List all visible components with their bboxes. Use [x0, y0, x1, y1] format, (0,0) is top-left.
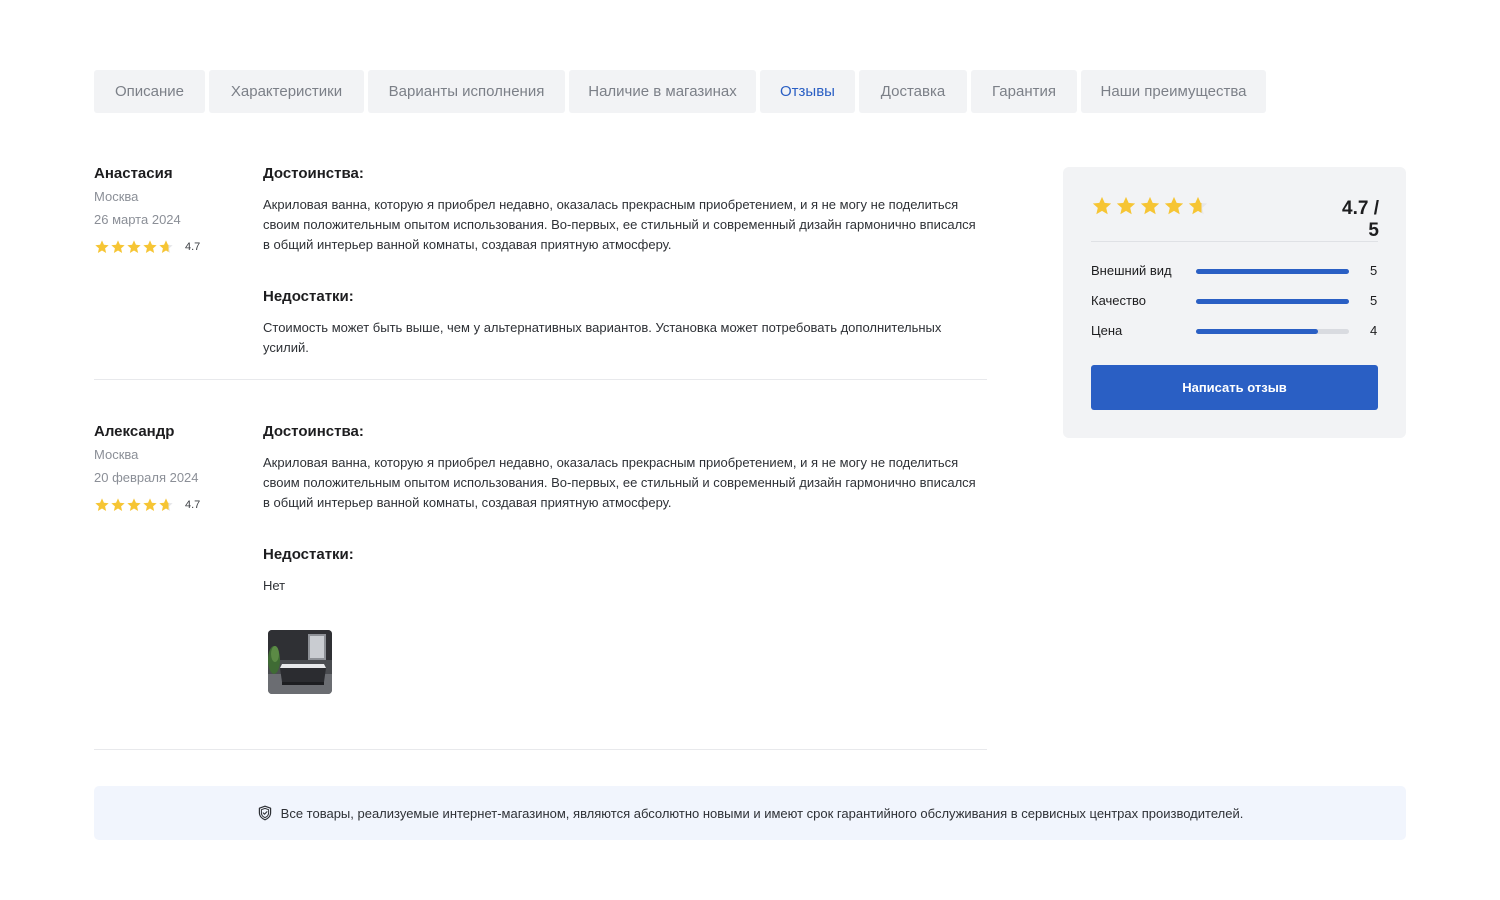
review-author-block: Анастасия Москва 26 марта 2024 4.7: [94, 165, 244, 255]
criterion-bar: [1196, 269, 1349, 274]
criterion-quality: Качество 5: [1091, 293, 1378, 309]
summary-divider: [1091, 241, 1378, 242]
review-author-name: Александр: [94, 423, 175, 440]
review-body: Достоинства: Акриловая ванна, которую я …: [263, 165, 983, 358]
review-cons-title: Недостатки:: [263, 546, 354, 563]
tab-description[interactable]: Описание: [94, 70, 205, 113]
criterion-price: Цена 4: [1091, 323, 1378, 339]
review-rating: 4.7: [94, 497, 244, 513]
criterion-bar-fill: [1196, 299, 1349, 304]
review-rating: 4.7: [94, 239, 244, 255]
criterion-label: Цена: [1091, 323, 1123, 338]
review-pros-title: Достоинства:: [263, 423, 364, 440]
summary-score: 4.7 / 5: [1342, 198, 1379, 241]
star-icon: [95, 498, 109, 511]
review-author-block: Александр Москва 20 февраля 2024 4.7: [94, 423, 244, 513]
review-pros-text: Акриловая ванна, которую я приобрел неда…: [263, 197, 976, 252]
star-icon: [95, 240, 109, 253]
review-date: 26 марта 2024: [94, 212, 181, 227]
review-stars: [94, 497, 174, 513]
review-stars: [94, 239, 174, 255]
star-icon: [1164, 196, 1184, 215]
review-rating-value: 4.7: [185, 241, 201, 253]
review-rating-value: 4.7: [185, 499, 201, 511]
review-item: Анастасия Москва 26 марта 2024 4.7 Досто…: [94, 165, 987, 365]
tab-availability[interactable]: Наличие в магазинах: [569, 70, 756, 113]
review-cons-text: Стоимость может быть выше, чем у альтерн…: [263, 320, 942, 355]
star-icon: [159, 498, 173, 511]
tab-variants[interactable]: Варианты исполнения: [368, 70, 565, 113]
write-review-button[interactable]: Написать отзыв: [1091, 365, 1378, 410]
review-author-name: Анастасия: [94, 165, 173, 182]
star-icon: [143, 498, 157, 511]
criterion-value: 5: [1370, 293, 1378, 308]
tabs-bar: Описание Характеристики Варианты исполне…: [94, 70, 1266, 113]
criterion-bar: [1196, 299, 1349, 304]
tab-advantages[interactable]: Наши преимущества: [1081, 70, 1266, 113]
criterion-bar-fill: [1196, 329, 1319, 334]
star-icon: [111, 498, 125, 511]
star-icon: [1116, 196, 1136, 215]
criterion-label: Качество: [1091, 293, 1146, 308]
review-pros-title: Достоинства:: [263, 165, 364, 182]
star-icon: [159, 240, 173, 253]
tab-delivery[interactable]: Доставка: [859, 70, 967, 113]
summary-stars: [1091, 195, 1209, 217]
review-divider: [94, 749, 987, 750]
star-icon: [1140, 196, 1160, 215]
star-icon: [127, 240, 141, 253]
review-body: Достоинства: Акриловая ванна, которую я …: [263, 423, 983, 596]
star-icon: [1092, 196, 1112, 215]
star-icon: [1188, 196, 1208, 215]
review-cons-title: Недостатки:: [263, 288, 354, 305]
warranty-notice: Все товары, реализуемые интернет-магазин…: [94, 786, 1406, 840]
bathroom-photo-icon: [268, 630, 332, 694]
warranty-notice-text: Все товары, реализуемые интернет-магазин…: [280, 805, 1244, 821]
star-icon: [111, 240, 125, 253]
tab-warranty[interactable]: Гарантия: [971, 70, 1077, 113]
review-pros-text: Акриловая ванна, которую я приобрел неда…: [263, 455, 976, 510]
criterion-appearance: Внешний вид 5: [1091, 263, 1378, 279]
criterion-value: 5: [1370, 263, 1378, 278]
review-cons-text: Нет: [263, 578, 286, 593]
review-date: 20 февраля 2024: [94, 470, 199, 485]
tab-specs[interactable]: Характеристики: [209, 70, 364, 113]
star-icon: [127, 498, 141, 511]
tab-reviews[interactable]: Отзывы: [760, 70, 855, 113]
shield-check-icon: [258, 805, 271, 821]
criterion-bar-fill: [1196, 269, 1349, 274]
criterion-value: 4: [1370, 323, 1378, 338]
criterion-bar: [1196, 329, 1349, 334]
criterion-label: Внешний вид: [1091, 263, 1172, 278]
review-divider: [94, 379, 987, 380]
rating-summary-panel: 4.7 / 5 Внешний вид 5 Качество 5 Цена 4 …: [1063, 167, 1406, 438]
review-item: Александр Москва 20 февраля 2024 4.7 Дос…: [94, 423, 987, 723]
star-icon: [143, 240, 157, 253]
review-photo-thumbnail[interactable]: [268, 630, 332, 694]
review-author-city: Москва: [94, 189, 139, 204]
review-author-city: Москва: [94, 447, 139, 462]
